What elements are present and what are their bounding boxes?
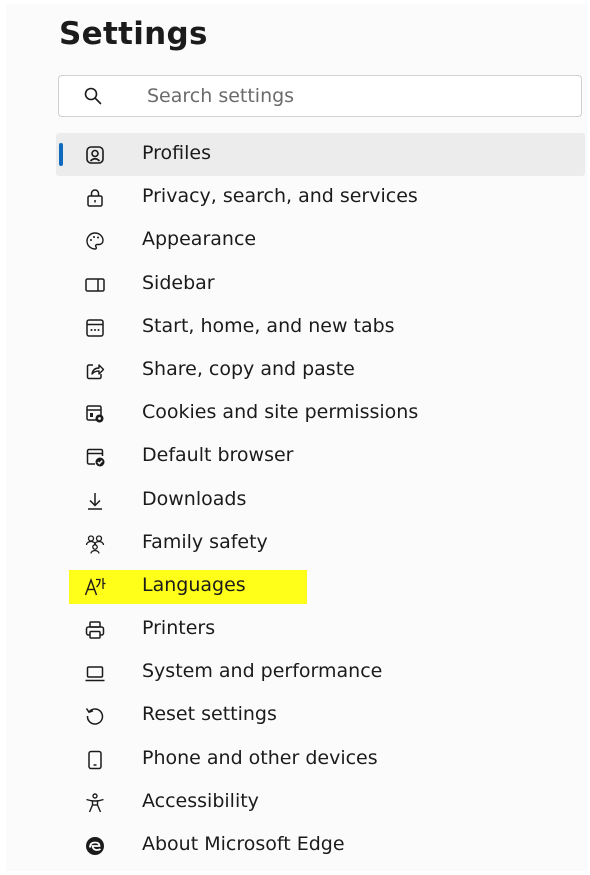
nav-item-label: Sidebar [142,271,215,294]
nav-item-label: System and performance [142,660,383,683]
nav-item-label: Appearance [142,228,257,251]
nav-item-profiles[interactable]: Profiles [56,133,585,177]
settings-nav: Profiles Privacy, search, and services A… [56,133,585,867]
nav-item-appearance[interactable]: Appearance [56,219,585,262]
nav-item-label: Cookies and site permissions [142,401,419,424]
nav-item-system[interactable]: System and performance [56,651,585,694]
nav-item-sidebar[interactable]: Sidebar [56,263,585,306]
nav-item-label: Start, home, and new tabs [142,314,395,337]
sidebar-icon [84,274,106,296]
lock-icon [84,187,106,209]
nav-item-label: Privacy, search, and services [142,185,418,208]
nav-item-label: Family safety [142,530,268,553]
default-browser-icon [84,446,106,468]
nav-item-label: Downloads [142,487,247,510]
nav-item-label: Phone and other devices [142,746,378,769]
download-icon [84,490,106,512]
nav-item-about[interactable]: About Microsoft Edge [56,824,585,867]
nav-item-label: Printers [142,617,216,640]
nav-item-label: Reset settings [142,703,277,726]
nav-item-cookies[interactable]: Cookies and site permissions [56,392,585,435]
search-icon [83,86,103,106]
family-icon [84,533,106,555]
nav-item-downloads[interactable]: Downloads [56,479,585,522]
nav-item-reset[interactable]: Reset settings [56,694,585,737]
nav-item-label: About Microsoft Edge [142,833,345,855]
phone-icon [84,749,106,771]
profile-icon [84,144,106,166]
nav-item-privacy[interactable]: Privacy, search, and services [56,176,585,219]
printer-icon [84,619,106,641]
palette-icon [84,230,106,252]
reset-icon [84,705,106,727]
laptop-icon [84,662,106,684]
new-tab-icon [84,317,106,339]
languages-icon [84,576,106,598]
search-input[interactable] [147,84,567,108]
nav-item-start-home[interactable]: Start, home, and new tabs [56,306,585,349]
nav-item-printers[interactable]: Printers [56,608,585,651]
nav-item-label: Profiles [142,142,211,164]
nav-item-label: Accessibility [142,789,259,812]
nav-item-phone[interactable]: Phone and other devices [56,738,585,781]
share-icon [84,360,106,382]
nav-item-label: Share, copy and paste [142,357,355,380]
search-box[interactable] [58,75,582,117]
nav-item-label: Languages [142,573,246,596]
nav-item-accessibility[interactable]: Accessibility [56,781,585,824]
nav-item-default-browser[interactable]: Default browser [56,435,585,478]
page-title: Settings [59,16,208,52]
nav-item-label: Default browser [142,444,294,467]
nav-item-languages[interactable]: Languages [56,565,585,608]
edge-logo-icon [84,835,106,857]
nav-item-share[interactable]: Share, copy and paste [56,349,585,392]
accessibility-icon [84,792,106,814]
cookies-icon [84,403,106,425]
nav-item-family-safety[interactable]: Family safety [56,522,585,565]
